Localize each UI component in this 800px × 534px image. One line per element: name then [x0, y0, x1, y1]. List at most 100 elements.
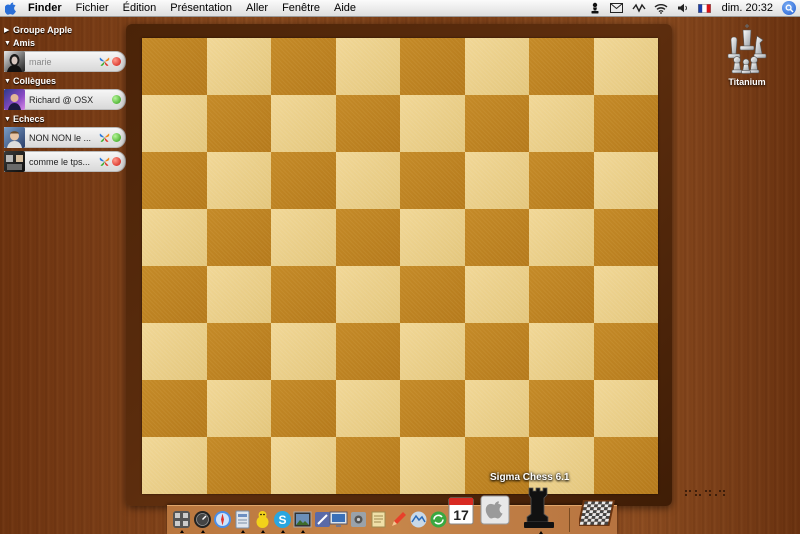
board-square[interactable] — [464, 38, 529, 95]
board-square[interactable] — [593, 266, 658, 323]
board-square[interactable] — [142, 323, 207, 380]
board-square[interactable] — [271, 209, 336, 266]
board-square[interactable] — [400, 209, 465, 266]
board-square[interactable] — [271, 38, 336, 95]
board-square[interactable] — [206, 95, 271, 152]
group-header-amis[interactable]: ▼ Amis — [4, 37, 126, 50]
buddy-richard[interactable]: Richard @ OSX — [4, 89, 126, 110]
board-square[interactable] — [271, 95, 336, 152]
dock-skype-icon[interactable]: S — [273, 510, 292, 533]
board-square[interactable] — [593, 380, 658, 437]
board-square[interactable] — [335, 209, 400, 266]
dock-pencil-icon[interactable] — [389, 510, 408, 529]
board-square[interactable] — [271, 323, 336, 380]
board-square[interactable] — [271, 152, 336, 209]
menu-fichier[interactable]: Fichier — [69, 0, 116, 16]
board-square[interactable] — [335, 380, 400, 437]
dock-minimized-board-icon[interactable] — [579, 494, 619, 530]
menu-aller[interactable]: Aller — [239, 0, 275, 16]
board-square[interactable] — [142, 209, 207, 266]
board-square[interactable] — [593, 38, 658, 95]
dock-sync-icon[interactable] — [429, 510, 448, 529]
board-square[interactable] — [464, 209, 529, 266]
group-header-collegues[interactable]: ▼ Collègues — [4, 75, 126, 88]
board-square[interactable] — [464, 380, 529, 437]
board-square[interactable] — [529, 266, 594, 323]
board-square[interactable] — [593, 437, 658, 494]
dock-network-icon[interactable] — [409, 510, 428, 529]
board-square[interactable] — [335, 437, 400, 494]
dock-address-book-icon[interactable] — [233, 510, 252, 533]
buddy-marie[interactable]: marie — [4, 51, 126, 72]
board-square[interactable] — [271, 266, 336, 323]
board-square[interactable] — [529, 95, 594, 152]
dock-monitor-icon[interactable] — [329, 510, 348, 529]
board-square[interactable] — [142, 38, 207, 95]
board-square[interactable] — [593, 209, 658, 266]
menu-fenetre[interactable]: Fenêtre — [275, 0, 327, 16]
board-square[interactable] — [400, 380, 465, 437]
board-square[interactable] — [400, 266, 465, 323]
board-square[interactable] — [593, 95, 658, 152]
board-square[interactable] — [400, 152, 465, 209]
board-square[interactable] — [142, 380, 207, 437]
buddy-non-non[interactable]: NON NON le ... — [4, 127, 126, 148]
dock-system-prefs-icon[interactable] — [349, 510, 368, 529]
wifi-icon[interactable] — [650, 0, 672, 16]
disclosure-down-icon[interactable]: ▼ — [4, 75, 13, 88]
board-square[interactable] — [529, 323, 594, 380]
board-square[interactable] — [400, 437, 465, 494]
dock-photo-icon[interactable] — [293, 510, 312, 533]
board-square[interactable] — [529, 38, 594, 95]
chess-board[interactable] — [142, 38, 658, 494]
board-square[interactable] — [529, 152, 594, 209]
board-square[interactable] — [464, 152, 529, 209]
board-square[interactable] — [206, 38, 271, 95]
dock-ical-icon[interactable]: 17 — [447, 494, 479, 530]
mail-icon[interactable] — [606, 0, 628, 16]
chess-pawn-icon[interactable] — [584, 0, 606, 16]
board-square[interactable] — [142, 437, 207, 494]
board-square[interactable] — [271, 380, 336, 437]
disclosure-down-icon[interactable]: ▼ — [4, 113, 13, 126]
board-square[interactable] — [335, 323, 400, 380]
board-square[interactable] — [206, 437, 271, 494]
disclosure-right-icon[interactable]: ▶ — [4, 24, 13, 37]
sync-icon[interactable] — [628, 0, 650, 16]
board-square[interactable] — [335, 38, 400, 95]
board-square[interactable] — [400, 323, 465, 380]
dock-dashboard-icon[interactable] — [193, 510, 212, 533]
dock-safari-icon[interactable] — [213, 510, 232, 529]
board-square[interactable] — [206, 323, 271, 380]
board-square[interactable] — [271, 437, 336, 494]
buddy-comme-le-tps[interactable]: comme le tps... — [4, 151, 126, 172]
disclosure-down-icon[interactable]: ▼ — [4, 37, 13, 50]
group-header-echecs[interactable]: ▼ Echecs — [4, 113, 126, 126]
desktop-icon-titanium[interactable]: Titanium — [716, 22, 778, 87]
board-square[interactable] — [206, 380, 271, 437]
board-square[interactable] — [593, 152, 658, 209]
board-square[interactable] — [142, 95, 207, 152]
group-header-groupe-apple[interactable]: ▶ Groupe Apple — [4, 24, 126, 37]
board-square[interactable] — [335, 152, 400, 209]
spotlight-icon[interactable] — [782, 1, 796, 15]
board-square[interactable] — [464, 266, 529, 323]
board-square[interactable] — [400, 38, 465, 95]
menu-finder[interactable]: Finder — [22, 0, 69, 16]
menu-edition[interactable]: Édition — [116, 0, 164, 16]
board-square[interactable] — [206, 152, 271, 209]
menu-aide[interactable]: Aide — [327, 0, 363, 16]
board-square[interactable] — [593, 323, 658, 380]
board-square[interactable] — [464, 323, 529, 380]
board-square[interactable] — [335, 95, 400, 152]
board-square[interactable] — [142, 266, 207, 323]
board-square[interactable] — [206, 266, 271, 323]
board-square[interactable] — [400, 95, 465, 152]
board-square[interactable] — [142, 152, 207, 209]
dock-finder-icon[interactable] — [172, 510, 191, 533]
board-square[interactable] — [464, 95, 529, 152]
menu-presentation[interactable]: Présentation — [163, 0, 239, 16]
dock-apple-icon[interactable] — [479, 494, 511, 530]
volume-icon[interactable] — [672, 0, 694, 16]
board-square[interactable] — [335, 266, 400, 323]
